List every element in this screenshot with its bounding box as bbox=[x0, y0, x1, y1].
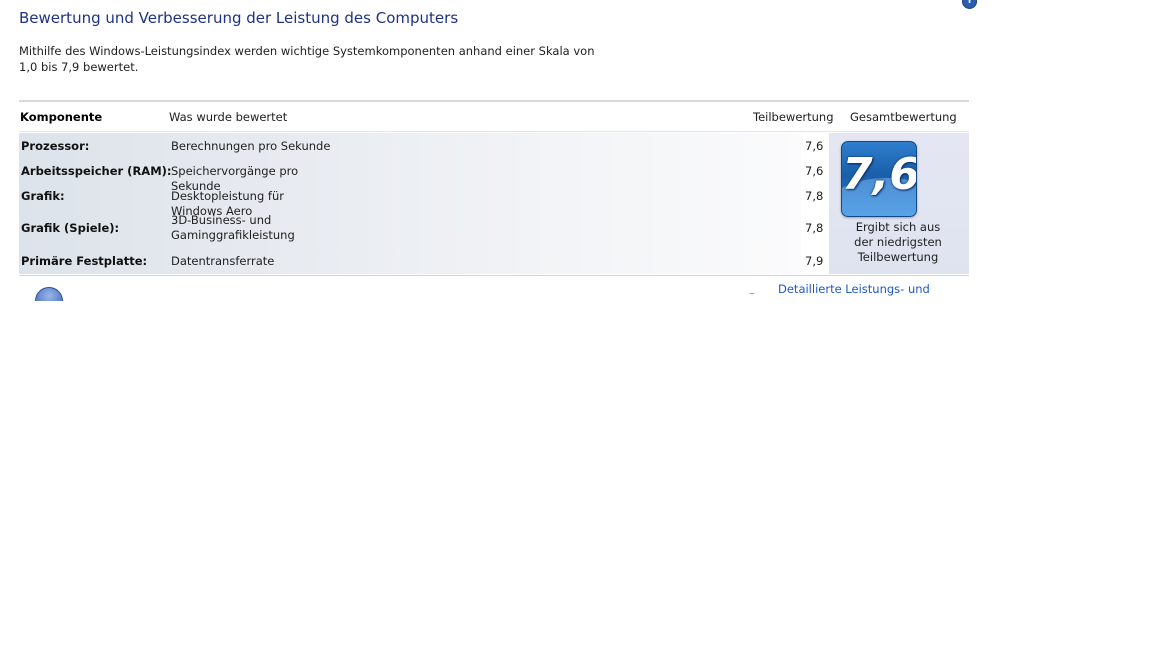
component-label: Primäre Festplatte: bbox=[21, 254, 148, 268]
page-title: Bewertung und Verbesserung der Leistung … bbox=[19, 9, 459, 27]
subscore-value: 7,6 bbox=[805, 164, 824, 178]
component-label: Grafik (Spiele): bbox=[21, 221, 120, 235]
assessed-label: 3D-Business- und Gaminggrafikleistung bbox=[171, 213, 295, 242]
component-label: Grafik: bbox=[21, 189, 65, 203]
component-label: Arbeitsspeicher (RAM): bbox=[21, 164, 172, 178]
assessed-label: Berechnungen pro Sekunde bbox=[171, 139, 331, 153]
overall-score-value: 7,6 bbox=[842, 149, 917, 200]
detailed-performance-link[interactable]: Detaillierte Leistungs- und bbox=[778, 282, 930, 296]
windows-logo-icon bbox=[35, 287, 63, 301]
header-teilbewertung[interactable]: Teilbewertung bbox=[753, 110, 834, 124]
subscore-value: 7,6 bbox=[805, 139, 824, 153]
performance-table: Komponente Was wurde bewertet Teilbewert… bbox=[19, 100, 969, 276]
header-gesamtbewertung[interactable]: Gesamtbewertung bbox=[850, 110, 957, 124]
subscore-value: 7,8 bbox=[805, 221, 824, 235]
intro-text: Mithilfe des Windows-Leistungsindex werd… bbox=[19, 44, 595, 74]
subscore-value: 7,9 bbox=[805, 254, 824, 268]
table-header: Komponente Was wurde bewertet Teilbewert… bbox=[19, 102, 969, 132]
component-label: Prozessor: bbox=[21, 139, 90, 153]
overall-score-note: Ergibt sich aus der niedrigsten Teilbewe… bbox=[854, 220, 942, 264]
table-body bbox=[19, 133, 801, 274]
link-bullet: – bbox=[749, 286, 755, 300]
overall-score-badge: 7,6 bbox=[841, 141, 917, 217]
assessed-label: Datentransferrate bbox=[171, 254, 275, 268]
header-was-bewertet[interactable]: Was wurde bewertet bbox=[169, 110, 287, 124]
help-icon[interactable]: i bbox=[962, 0, 977, 9]
header-komponente[interactable]: Komponente bbox=[20, 110, 102, 124]
subscore-column bbox=[801, 133, 829, 274]
subscore-value: 7,8 bbox=[805, 189, 824, 203]
